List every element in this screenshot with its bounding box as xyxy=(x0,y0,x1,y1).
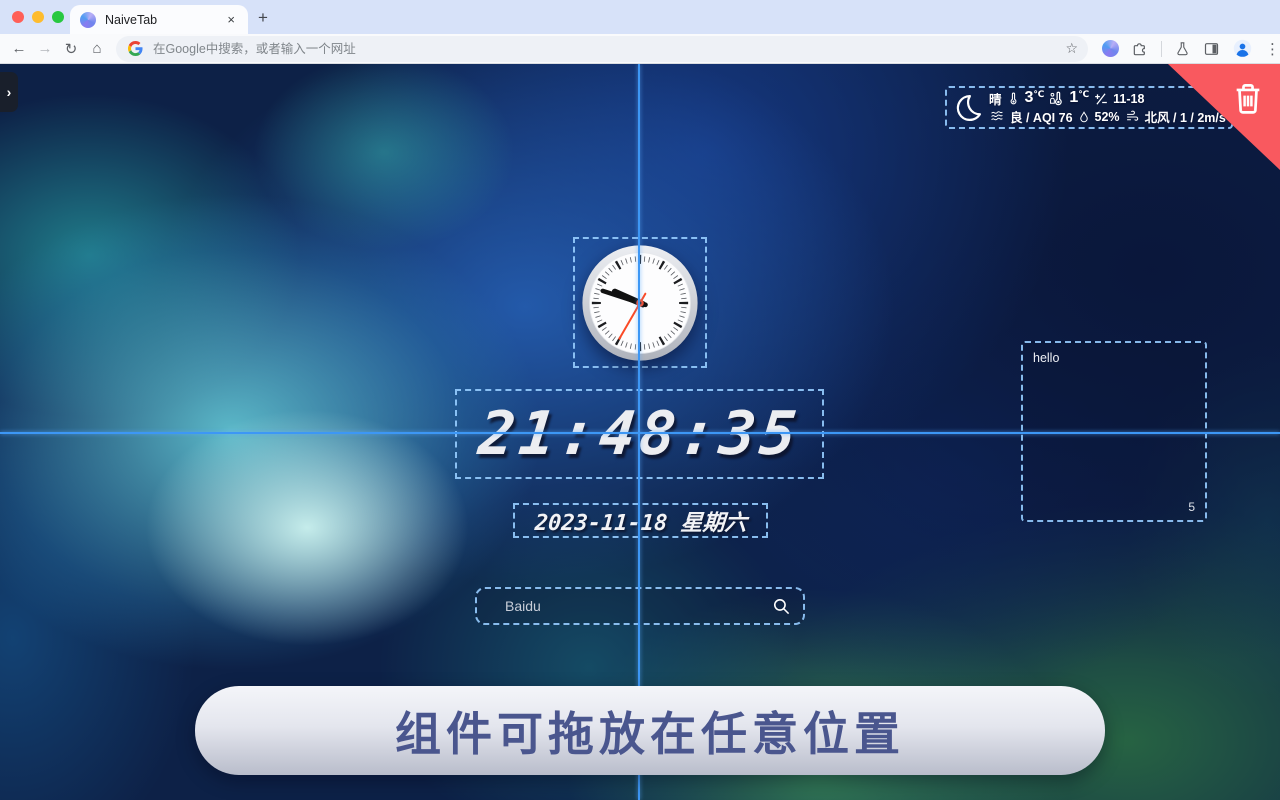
reload-icon[interactable]: ↻ xyxy=(58,40,84,58)
hint-banner: 组件可拖放在任意位置 xyxy=(195,686,1105,775)
labs-flask-icon[interactable] xyxy=(1175,41,1190,57)
search-widget[interactable] xyxy=(475,587,805,625)
weather-row-1: 晴 3℃ 1℃ 11-18 xyxy=(989,90,1226,108)
hint-banner-text: 组件可拖放在任意位置 xyxy=(395,698,905,764)
weather-aqi: 良 / AQI 76 xyxy=(1010,107,1073,126)
forward-icon[interactable]: → xyxy=(32,40,58,57)
bookmark-star-icon[interactable]: ☆ xyxy=(1065,40,1078,57)
date-widget[interactable]: 2023-11-18 星期六 xyxy=(513,503,768,538)
extensions-puzzle-icon[interactable] xyxy=(1132,41,1148,57)
feels-like-icon xyxy=(1049,91,1064,106)
wind-icon xyxy=(1125,110,1140,123)
chevron-right-icon: › xyxy=(7,84,12,100)
weather-widget[interactable]: 晴 3℃ 1℃ 11-18 良 / AQI 76 52% 北风 / 1 / 2m… xyxy=(945,86,1233,129)
omnibox[interactable]: ☆ xyxy=(116,36,1088,62)
close-window-button[interactable] xyxy=(12,11,24,23)
sidebar-toggle-button[interactable]: › xyxy=(0,72,18,112)
weather-feels-unit: ℃ xyxy=(1078,89,1089,99)
toolbar-right: ⋮ xyxy=(1102,39,1280,58)
side-panel-icon[interactable] xyxy=(1203,41,1220,57)
new-tab-button[interactable]: + xyxy=(258,8,268,28)
weather-humidity: 52% xyxy=(1095,110,1120,124)
humidity-droplet-icon xyxy=(1078,110,1090,124)
memo-char-count: 5 xyxy=(1188,500,1195,514)
aqi-waves-icon xyxy=(989,110,1005,123)
horizontal-guide-line xyxy=(0,432,1280,434)
weather-feels: 1 xyxy=(1069,90,1078,107)
weather-condition: 晴 xyxy=(989,89,1002,108)
menu-dots-icon[interactable]: ⋮ xyxy=(1265,40,1280,58)
weather-temp-unit: ℃ xyxy=(1033,89,1044,99)
back-icon[interactable]: ← xyxy=(6,40,32,57)
naivetab-page: › 晴 3℃ 1℃ 11-18 良 / AQI 76 5 xyxy=(0,64,1280,800)
weather-wind: 北风 / 1 / 2m/s xyxy=(1145,107,1226,126)
window-controls xyxy=(12,11,64,23)
analog-clock-icon xyxy=(577,240,703,366)
crescent-moon-icon xyxy=(953,93,983,123)
tab-close-icon[interactable]: × xyxy=(224,12,238,27)
google-icon xyxy=(128,41,143,56)
search-icon[interactable] xyxy=(772,597,791,616)
date-text: 2023-11-18 星期六 xyxy=(534,505,748,537)
tab-title: NaiveTab xyxy=(105,13,224,27)
omnibox-input[interactable] xyxy=(153,42,1054,56)
weather-row-2: 良 / AQI 76 52% 北风 / 1 / 2m/s xyxy=(989,108,1226,126)
profile-avatar-icon[interactable] xyxy=(1233,39,1252,58)
browser-toolbar: ← → ↻ ⌂ ☆ ⋮ xyxy=(0,34,1280,64)
trash-icon[interactable] xyxy=(1232,82,1264,116)
tab-naivetab[interactable]: NaiveTab × xyxy=(70,5,248,34)
memo-text: hello xyxy=(1033,351,1195,365)
analog-clock-widget[interactable] xyxy=(573,237,707,368)
minimize-window-button[interactable] xyxy=(32,11,44,23)
naivetab-extension-icon[interactable] xyxy=(1102,40,1119,57)
home-icon[interactable]: ⌂ xyxy=(84,40,110,57)
browser-window: NaiveTab × + ← → ↻ ⌂ ☆ ⋮ › xyxy=(0,0,1280,800)
weather-range: 11-18 xyxy=(1113,92,1144,106)
thermometer-icon xyxy=(1007,91,1020,106)
tab-strip: NaiveTab × + xyxy=(0,0,1280,34)
temp-range-icon xyxy=(1094,92,1108,106)
naivetab-favicon-icon xyxy=(80,12,96,28)
toolbar-separator xyxy=(1161,41,1162,57)
zoom-window-button[interactable] xyxy=(52,11,64,23)
